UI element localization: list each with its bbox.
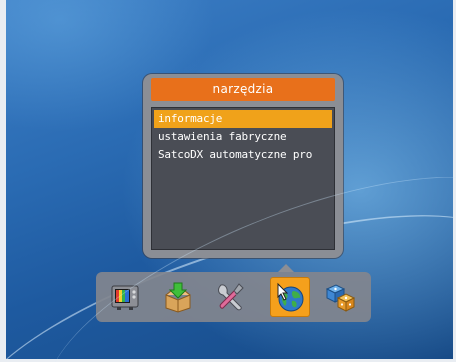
menu-item-factory-settings[interactable]: ustawienia fabryczne bbox=[154, 128, 332, 146]
menu-list: informacje ustawienia fabryczne SatcoDX … bbox=[151, 107, 335, 250]
menu-item-informacje[interactable]: informacje bbox=[154, 110, 332, 128]
menu-title: narzędzia bbox=[151, 78, 335, 101]
globe-cursor-icon[interactable] bbox=[270, 277, 310, 317]
tv-icon[interactable] bbox=[109, 281, 141, 313]
screen-border-left bbox=[0, 0, 6, 362]
games-dice-icon[interactable] bbox=[324, 281, 356, 313]
main-toolbar bbox=[96, 272, 371, 322]
tools-icon[interactable] bbox=[215, 281, 247, 313]
install-box-icon[interactable] bbox=[162, 281, 194, 313]
tools-menu-panel: narzędzia informacje ustawienia fabryczn… bbox=[143, 74, 343, 258]
menu-item-satcodx[interactable]: SatcoDX automatyczne pro bbox=[154, 146, 332, 164]
desktop-background: narzędzia informacje ustawienia fabryczn… bbox=[0, 0, 456, 362]
toolbar-pointer bbox=[278, 264, 294, 272]
